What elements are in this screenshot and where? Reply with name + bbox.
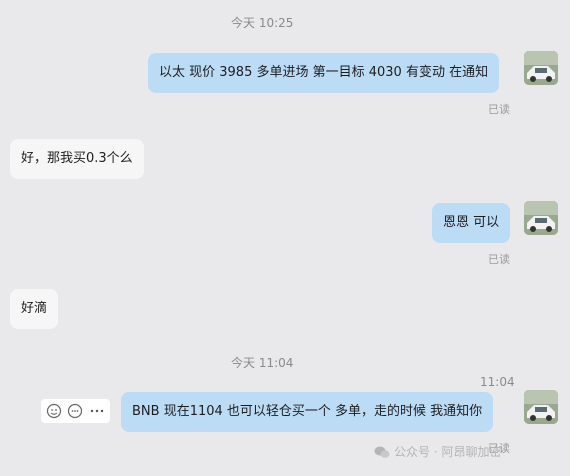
message-bubble-sent[interactable]: 恩恩 可以: [432, 203, 511, 243]
more-icon[interactable]: [88, 402, 106, 420]
message-bubble-received[interactable]: 好，那我买0.3个么: [10, 139, 144, 179]
message-bubble-sent[interactable]: 以太 现价 3985 多单进场 第一目标 4030 有变动 在通知: [148, 53, 500, 93]
timestamp: 今天 11:04: [231, 356, 294, 370]
message-bubble-sent[interactable]: BNB 现在1104 也可以轻仓买一个 多单，走的时候 我通知你: [121, 392, 494, 432]
avatar[interactable]: [524, 51, 558, 85]
message-action-bar: [41, 399, 110, 423]
avatar[interactable]: [524, 201, 558, 235]
smile-refresh-icon[interactable]: [45, 402, 63, 420]
watermark: 公众号 · 阿昂聊加密: [374, 443, 501, 460]
read-status: 已读: [488, 103, 510, 116]
wechat-icon: [374, 446, 390, 458]
message-time: 11:04: [480, 375, 515, 389]
read-status: 已读: [488, 253, 510, 266]
timestamp: 今天 10:25: [231, 16, 294, 30]
avatar[interactable]: [524, 390, 558, 424]
message-bubble-received[interactable]: 好滴: [10, 289, 59, 329]
watermark-text: 公众号 · 阿昂聊加密: [394, 445, 502, 459]
emoji-icon[interactable]: [66, 402, 84, 420]
